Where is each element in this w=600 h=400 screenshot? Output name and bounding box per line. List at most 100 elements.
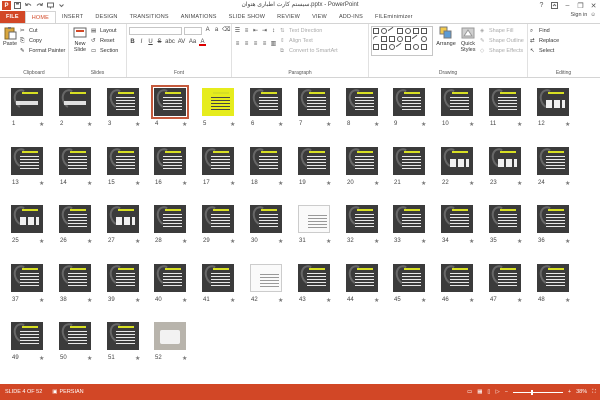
find-button[interactable]: ⌕ Find (530, 26, 597, 36)
slide-thumbnail[interactable] (11, 264, 43, 292)
tab-home[interactable]: HOME (24, 11, 57, 23)
transition-star-icon[interactable]: ★ (565, 121, 570, 128)
slide-thumbnail[interactable] (537, 264, 569, 292)
slide-thumbnail[interactable] (346, 264, 378, 292)
tab-slide-show[interactable]: SLIDE SHOW (223, 11, 272, 23)
transition-star-icon[interactable]: ★ (278, 297, 283, 304)
shape-gallery-item[interactable] (381, 36, 387, 42)
transition-star-icon[interactable]: ★ (421, 238, 426, 245)
numbering-icon[interactable]: ≡ (243, 28, 250, 35)
slide-sorter-icon[interactable]: ▦ (477, 389, 482, 395)
align-center-icon[interactable]: ≡ (243, 41, 250, 48)
layout-button[interactable]: ▤ Layout (91, 26, 118, 36)
slide-thumbnail[interactable] (441, 88, 473, 116)
new-slide-button[interactable]: New Slide (71, 26, 89, 56)
slide-thumbnail[interactable] (346, 147, 378, 175)
slide-thumbnail[interactable] (489, 147, 521, 175)
slide-thumbnail[interactable] (346, 205, 378, 233)
transition-star-icon[interactable]: ★ (326, 180, 331, 187)
transition-star-icon[interactable]: ★ (135, 180, 140, 187)
tab-transitions[interactable]: TRANSITIONS (124, 11, 175, 23)
font-color-button[interactable]: A (199, 39, 206, 46)
transition-star-icon[interactable]: ★ (182, 121, 187, 128)
transition-star-icon[interactable]: ★ (135, 355, 140, 362)
zoom-slider-thumb[interactable] (531, 389, 534, 395)
face-icon[interactable]: ☺ (590, 12, 596, 18)
paste-button[interactable]: Paste (2, 26, 18, 56)
slide-thumbnail[interactable] (489, 264, 521, 292)
shape-gallery-item[interactable] (381, 28, 387, 34)
slide-thumbnail[interactable] (298, 147, 330, 175)
replace-button[interactable]: ⇄ Replace (530, 36, 597, 46)
shape-effects-button[interactable]: ◇ Shape Effects (480, 46, 524, 56)
reading-view-icon[interactable]: ▯ (487, 389, 490, 395)
transition-star-icon[interactable]: ★ (87, 355, 92, 362)
tab-design[interactable]: DESIGN (89, 11, 123, 23)
zoom-out-icon[interactable]: − (505, 389, 508, 395)
font-size-combo[interactable] (184, 27, 203, 35)
shape-gallery-item[interactable] (421, 44, 427, 50)
language-indicator[interactable]: ▣ PERSIAN (47, 389, 88, 395)
select-button[interactable]: ↖ Select (530, 46, 597, 56)
shape-gallery-item[interactable] (405, 28, 411, 34)
transition-star-icon[interactable]: ★ (87, 121, 92, 128)
transition-star-icon[interactable]: ★ (278, 121, 283, 128)
line-spacing-icon[interactable]: ↕ (270, 28, 277, 35)
shape-gallery-item[interactable] (371, 34, 381, 44)
slide-thumbnail[interactable] (393, 264, 425, 292)
tab-view[interactable]: VIEW (306, 11, 333, 23)
slideshow-view-icon[interactable]: ▷ (495, 389, 499, 395)
transition-star-icon[interactable]: ★ (326, 121, 331, 128)
tab-file[interactable]: FILE (0, 11, 25, 23)
arrange-button[interactable]: Arrange (436, 26, 456, 56)
transition-star-icon[interactable]: ★ (565, 238, 570, 245)
transition-star-icon[interactable]: ★ (230, 238, 235, 245)
slide-thumbnail[interactable] (298, 88, 330, 116)
slide-thumbnail[interactable] (107, 205, 139, 233)
zoom-level[interactable]: 38% (576, 389, 587, 395)
shape-gallery-item[interactable] (405, 44, 411, 50)
reset-button[interactable]: ↺ Reset (91, 36, 118, 46)
font-name-combo[interactable] (129, 27, 183, 35)
slide-thumbnail[interactable] (441, 205, 473, 233)
transition-star-icon[interactable]: ★ (230, 297, 235, 304)
transition-star-icon[interactable]: ★ (39, 180, 44, 187)
section-button[interactable]: ▭ Section (91, 46, 118, 56)
transition-star-icon[interactable]: ★ (135, 121, 140, 128)
transition-star-icon[interactable]: ★ (565, 297, 570, 304)
slide-thumbnail[interactable] (202, 205, 234, 233)
zoom-slider[interactable] (512, 389, 563, 395)
increase-indent-icon[interactable]: ⇥ (261, 28, 268, 35)
transition-star-icon[interactable]: ★ (374, 238, 379, 245)
ribbon-display-options-icon[interactable] (548, 0, 561, 11)
slide-thumbnail[interactable] (393, 205, 425, 233)
justify-icon[interactable]: ≡ (261, 41, 268, 48)
align-left-icon[interactable]: ≡ (234, 41, 241, 48)
text-direction-button[interactable]: ⇅ Text Direction (280, 26, 338, 36)
transition-star-icon[interactable]: ★ (182, 180, 187, 187)
slide-thumbnail[interactable] (441, 264, 473, 292)
slide-thumbnail[interactable] (107, 322, 139, 350)
transition-star-icon[interactable]: ★ (87, 180, 92, 187)
transition-star-icon[interactable]: ★ (469, 121, 474, 128)
slide-thumbnail[interactable] (59, 205, 91, 233)
slide-thumbnail[interactable] (441, 147, 473, 175)
shape-gallery-item[interactable] (389, 44, 395, 50)
close-button[interactable]: ✕ (587, 0, 600, 11)
transition-star-icon[interactable]: ★ (39, 121, 44, 128)
slide-thumbnail[interactable] (537, 205, 569, 233)
copy-button[interactable]: ⎘ Copy (20, 36, 65, 46)
transition-star-icon[interactable]: ★ (135, 297, 140, 304)
underline-button[interactable]: U (147, 39, 154, 46)
transition-star-icon[interactable]: ★ (517, 180, 522, 187)
slide-thumbnail[interactable] (107, 147, 139, 175)
slide-thumbnail[interactable] (154, 147, 186, 175)
transition-star-icon[interactable]: ★ (565, 180, 570, 187)
transition-star-icon[interactable]: ★ (374, 121, 379, 128)
shape-gallery-item[interactable] (413, 44, 419, 50)
bullets-icon[interactable]: ☰ (234, 28, 241, 35)
columns-icon[interactable]: ▥ (270, 41, 277, 48)
transition-star-icon[interactable]: ★ (39, 238, 44, 245)
grow-font-icon[interactable]: A (204, 27, 211, 34)
transition-star-icon[interactable]: ★ (326, 238, 331, 245)
